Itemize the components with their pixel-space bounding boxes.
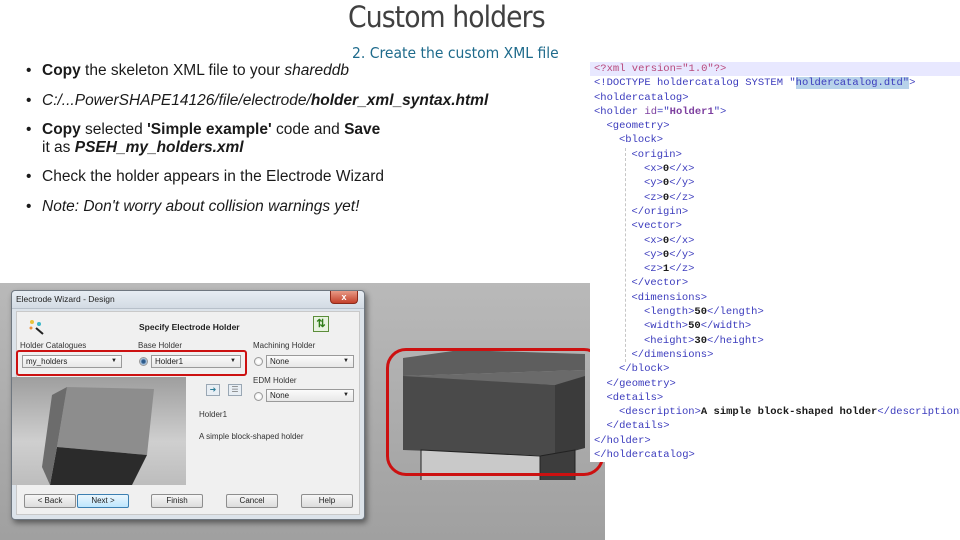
slide-subtitle: 2. Create the custom XML file [352, 44, 559, 62]
xml-code-line[interactable]: <vector> [590, 219, 960, 233]
bullet-item: C:/...PowerSHAPE14126/file/electrode/hol… [26, 91, 488, 110]
bullet-text-segment: Save [344, 121, 381, 138]
bullet-text-segment: Check the holder appears in the Electrod… [42, 168, 385, 185]
base-holder-label: Base Holder [138, 341, 183, 350]
xml-code-line[interactable]: <z>1</z> [590, 262, 960, 276]
bullet-item: Copy selected 'Simple example' code and … [26, 121, 386, 156]
dialog-heading: Specify Electrode Holder [139, 322, 240, 332]
xml-code-line[interactable]: <width>50</width> [590, 319, 960, 333]
bullet-text-segment: shareddb [284, 62, 350, 79]
holder-catalogues-label: Holder Catalogues [20, 341, 87, 350]
xml-code-line[interactable]: </block> [590, 362, 960, 376]
bullet-text-segment: Copy [42, 121, 81, 138]
xml-code-line[interactable]: <geometry> [590, 119, 960, 133]
bullet-text-segment: code and [271, 121, 345, 138]
back-button[interactable]: < Back [24, 494, 76, 508]
edm-holder-value: None [270, 391, 290, 400]
bullet-text-segment: Note: Don't worry about collision warnin… [42, 197, 360, 215]
xml-code-line[interactable]: <holder id="Holder1"> [590, 105, 960, 119]
xml-code-line[interactable]: </holdercatalog> [590, 448, 960, 462]
dialog-titlebar[interactable]: Electrode Wizard - Design x [12, 291, 364, 309]
xml-code-editor[interactable]: <?xml version="1.0"?> <!DOCTYPE holdercat… [590, 62, 960, 462]
xml-code-line[interactable]: </details> [590, 419, 960, 433]
slide-title: Custom holders [348, 0, 546, 34]
bullet-item: Copy the skeleton XML file to your share… [26, 62, 386, 80]
xml-code-line[interactable]: </geometry> [590, 377, 960, 391]
xml-code-line[interactable]: <z>0</z> [590, 191, 960, 205]
xml-code-line[interactable]: </dimensions> [590, 348, 960, 362]
xml-code-line[interactable]: <origin> [590, 148, 960, 162]
holder-preview-viewport[interactable] [12, 377, 186, 485]
xml-code-line[interactable]: <x>0</x> [590, 162, 960, 176]
wizard-wand-icon [29, 320, 44, 335]
close-button[interactable]: x [330, 291, 358, 304]
highlight-box-holder-selection [16, 350, 247, 376]
machining-holder-value: None [270, 357, 290, 366]
xml-code-line[interactable]: <y>0</y> [590, 176, 960, 190]
finish-button[interactable]: Finish [151, 494, 203, 508]
sort-arrows-icon[interactable]: ⇅ [313, 316, 329, 332]
edm-holder-radio[interactable] [254, 392, 263, 401]
bullet-text-segment: holder_xml_syntax.html [310, 91, 489, 109]
bullet-item: Note: Don't worry about collision warnin… [26, 198, 386, 216]
xml-code-line[interactable]: <x>0</x> [590, 234, 960, 248]
xml-code-line[interactable]: <length>50</length> [590, 305, 960, 319]
edm-holder-select[interactable]: None ▼ [266, 389, 354, 402]
xml-code-line[interactable]: </origin> [590, 205, 960, 219]
xml-code-line[interactable]: <dimensions> [590, 291, 960, 305]
chevron-down-icon: ▼ [343, 358, 349, 364]
xml-code-line[interactable]: <height>30</height> [590, 334, 960, 348]
xml-code-line[interactable]: <!DOCTYPE holdercatalog SYSTEM "holderca… [590, 76, 960, 90]
xml-code-line[interactable]: <?xml version="1.0"?> [590, 62, 960, 77]
next-button[interactable]: Next > [77, 494, 129, 508]
xml-code-line[interactable]: <block> [590, 133, 960, 147]
bullet-text-segment: the skeleton XML file to your [80, 62, 285, 79]
machining-holder-label: Machining Holder [253, 341, 316, 350]
transfer-arrow-icon[interactable]: ➜ [206, 384, 220, 396]
xml-code-line[interactable]: <description>A simple block-shaped holde… [590, 405, 960, 419]
xml-code-line[interactable]: </vector> [590, 276, 960, 290]
dialog-title: Electrode Wizard - Design [16, 294, 115, 304]
bullet-text-segment: selected [80, 121, 148, 138]
holder-name-text: Holder1 [199, 410, 228, 419]
instruction-bullet-list: Copy the skeleton XML file to your share… [26, 62, 488, 227]
bullet-text-segment: PSEH_my_holders.xml [74, 138, 244, 156]
xml-code-line[interactable]: <details> [590, 391, 960, 405]
machining-holder-select[interactable]: None ▼ [266, 355, 354, 368]
holder-preview-render [42, 387, 154, 485]
machining-holder-radio[interactable] [254, 357, 263, 366]
bullet-text-segment: it as [42, 138, 75, 156]
list-icon[interactable]: ☰ [228, 384, 242, 396]
highlight-box-holder-render [386, 348, 604, 476]
indent-guide [625, 147, 626, 363]
xml-code-line[interactable]: <holdercatalog> [590, 91, 960, 105]
holder-description-text: A simple block-shaped holder [199, 432, 304, 441]
xml-code-line[interactable]: <y>0</y> [590, 248, 960, 262]
help-button[interactable]: Help [301, 494, 353, 508]
bullet-item: Check the holder appears in the Electrod… [26, 168, 386, 186]
edm-holder-label: EDM Holder [253, 376, 297, 385]
cancel-button[interactable]: Cancel [226, 494, 278, 508]
xml-code-line[interactable]: </holder> [590, 434, 960, 448]
bullet-text-segment: 'Simple example' [147, 121, 272, 138]
chevron-down-icon: ▼ [343, 392, 349, 398]
bullet-text-segment: C:/...PowerSHAPE14126/file/electrode/ [42, 91, 311, 109]
bullet-text-segment: Copy [42, 62, 81, 79]
